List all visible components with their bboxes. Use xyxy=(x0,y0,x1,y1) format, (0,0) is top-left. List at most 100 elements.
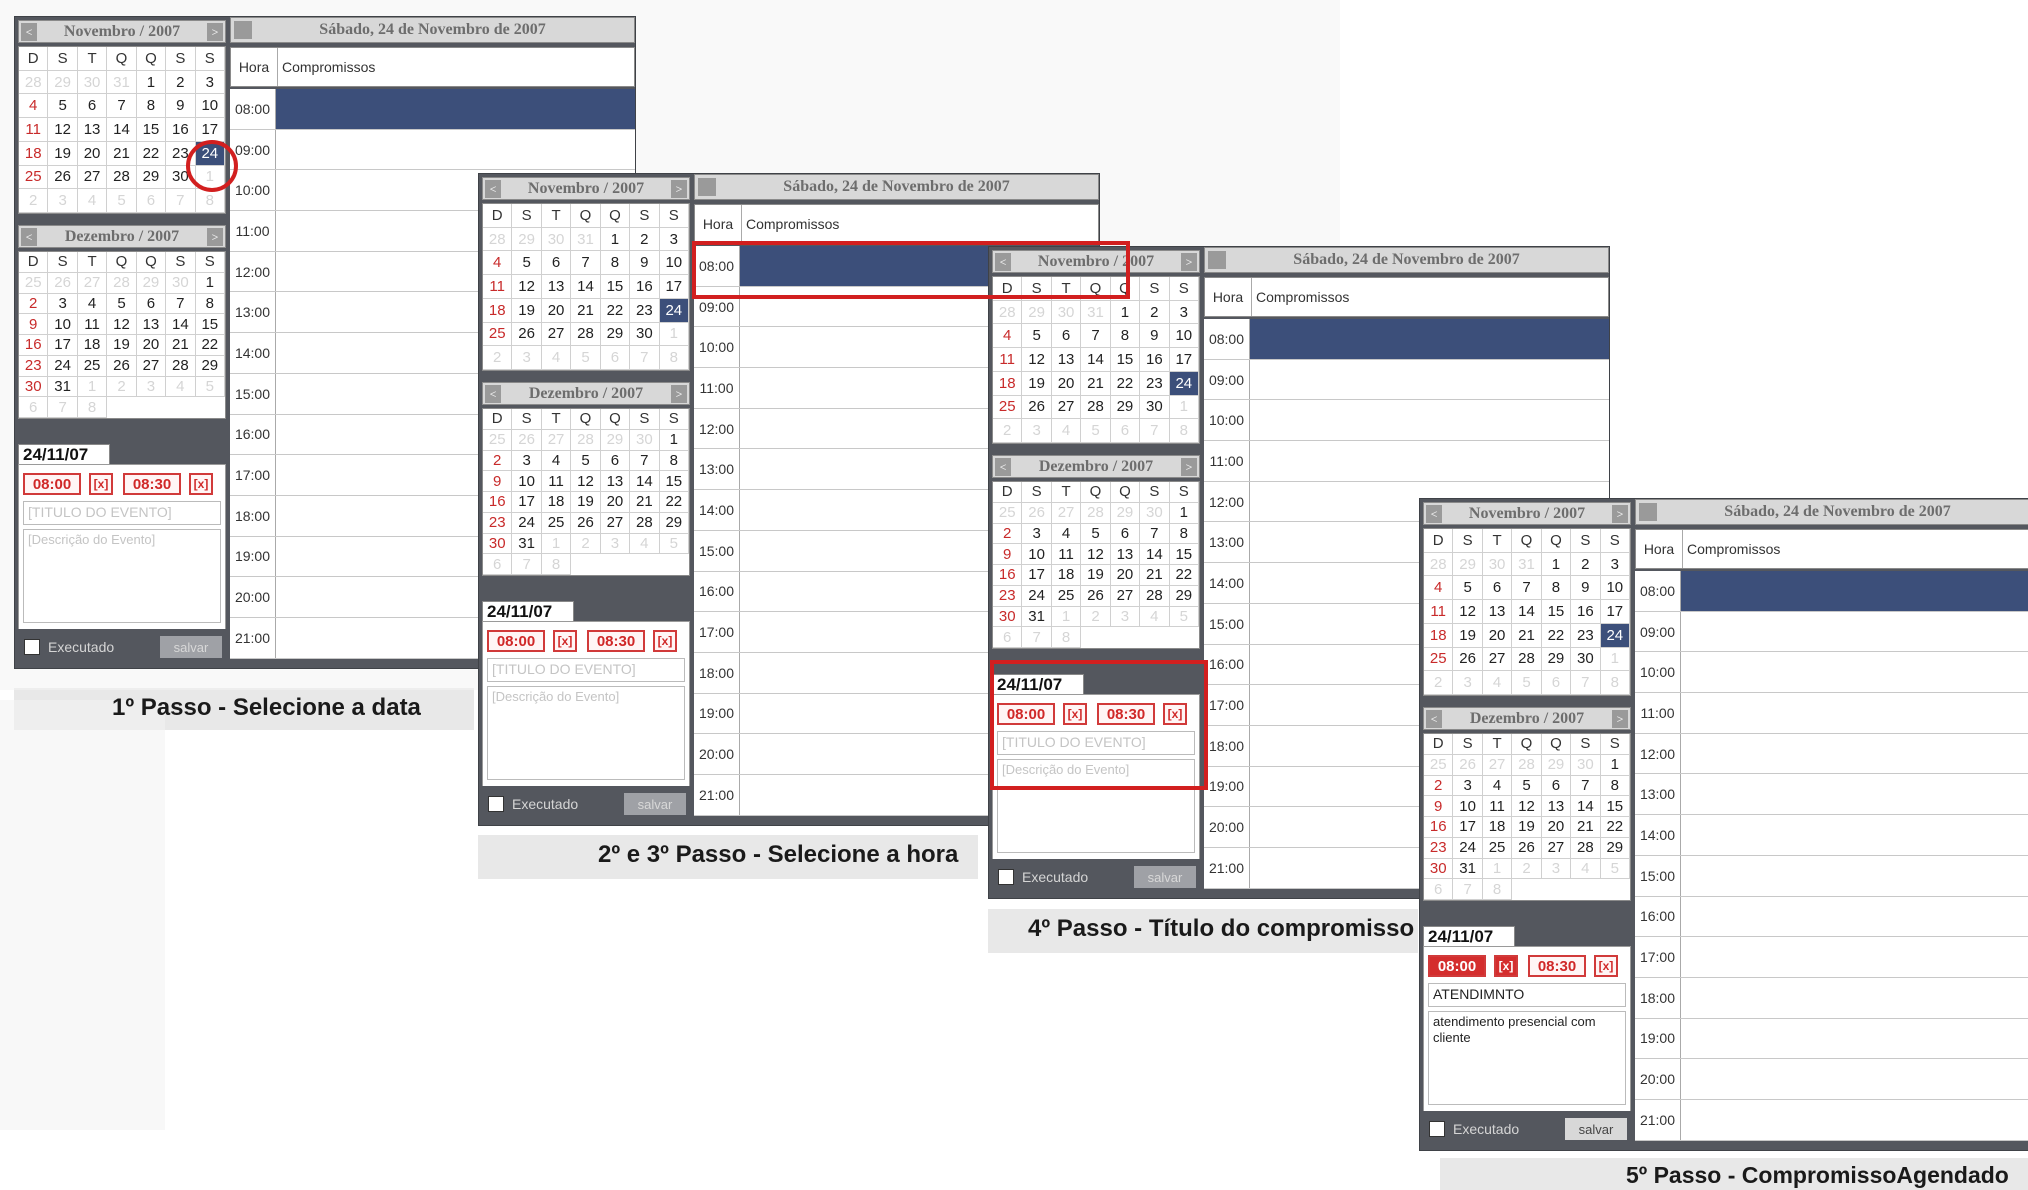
calendar-day[interactable]: 29 xyxy=(48,70,78,95)
time-slot-row[interactable]: 11:00 xyxy=(1635,693,2028,734)
calendar-day[interactable]: 15 xyxy=(1541,600,1572,624)
calendar-day[interactable]: 17 xyxy=(1453,817,1483,838)
calendar-day[interactable]: 28 xyxy=(166,355,196,377)
calendar-day[interactable]: 3 xyxy=(1600,552,1630,577)
calendar-day[interactable]: 2 xyxy=(1512,858,1542,880)
event-title-input[interactable]: [TITULO DO EVENTO] xyxy=(997,731,1195,755)
calendar-day[interactable]: 1 xyxy=(1482,858,1513,880)
calendar-day[interactable]: 30 xyxy=(166,165,196,190)
collapse-button[interactable] xyxy=(1639,503,1657,521)
appointment-slot[interactable] xyxy=(1681,571,2028,611)
calendar-day[interactable]: 3 xyxy=(1169,300,1199,325)
start-time-field[interactable]: 08:00 xyxy=(1428,955,1486,977)
calendar-day[interactable]: 25 xyxy=(1482,837,1513,859)
time-slot-row[interactable]: 17:00 xyxy=(1635,937,2028,978)
event-title-input[interactable]: ATENDIMNTO xyxy=(1428,983,1626,1007)
calendar-day[interactable]: 26 xyxy=(512,429,542,451)
calendar-day[interactable]: 19 xyxy=(571,492,601,513)
calendar-day[interactable]: 29 xyxy=(1600,837,1630,859)
calendar-day[interactable]: 27 xyxy=(1541,837,1572,859)
executed-checkbox[interactable] xyxy=(998,869,1014,885)
calendar-day[interactable]: 19 xyxy=(512,298,542,323)
calendar-day[interactable]: 3 xyxy=(136,376,167,398)
calendar-day[interactable]: 7 xyxy=(1022,627,1052,648)
calendar-day[interactable]: 3 xyxy=(600,533,631,555)
calendar-day[interactable]: 5 xyxy=(48,94,78,119)
calendar-day[interactable]: 7 xyxy=(1571,671,1601,695)
calendar-day[interactable]: 24 xyxy=(48,355,78,377)
time-slot-row[interactable]: 09:00 xyxy=(230,129,635,171)
calendar-day[interactable]: 4 xyxy=(993,324,1023,349)
appointment-slot[interactable] xyxy=(1681,612,2028,652)
calendar-day[interactable]: 7 xyxy=(630,346,660,370)
calendar-day[interactable]: 29 xyxy=(1541,754,1572,776)
calendar-day[interactable]: 6 xyxy=(541,251,572,276)
calendar-day[interactable]: 9 xyxy=(1424,796,1454,817)
time-slot-row[interactable]: 12:00 xyxy=(1635,733,2028,775)
calendar-day[interactable]: 26 xyxy=(571,512,601,534)
calendar-day[interactable]: 5 xyxy=(1453,576,1483,601)
time-slot-row[interactable]: 10:00 xyxy=(1204,400,1609,442)
calendar-day[interactable]: 1 xyxy=(1169,502,1199,524)
calendar-day[interactable]: 22 xyxy=(195,335,225,356)
calendar-day[interactable]: 8 xyxy=(1541,576,1572,601)
calendar-day[interactable]: 11 xyxy=(993,348,1023,372)
time-slot-row[interactable]: 13:00 xyxy=(1635,774,2028,816)
calendar-day[interactable]: 4 xyxy=(1571,858,1601,880)
calendar-day[interactable]: 8 xyxy=(1600,775,1630,797)
calendar-day[interactable]: 2 xyxy=(483,450,513,472)
calendar-day[interactable]: 10 xyxy=(1169,324,1199,349)
start-time-field[interactable]: 08:00 xyxy=(997,703,1055,725)
event-title-input[interactable]: [TITULO DO EVENTO] xyxy=(23,501,221,525)
calendar-day[interactable]: 1 xyxy=(195,165,225,190)
calendar-day[interactable]: 2 xyxy=(1424,671,1454,695)
calendar-day[interactable]: 1 xyxy=(1110,300,1141,325)
calendar-day[interactable]: 19 xyxy=(48,141,78,166)
prev-month-button[interactable]: < xyxy=(995,457,1011,476)
calendar-day[interactable]: 22 xyxy=(136,141,167,166)
prev-month-button[interactable]: < xyxy=(1426,504,1442,523)
calendar-day[interactable]: 3 xyxy=(48,293,78,315)
calendar-day[interactable]: 11 xyxy=(1424,600,1454,624)
calendar-day[interactable]: 14 xyxy=(166,314,196,335)
next-month-button[interactable]: > xyxy=(1612,504,1628,523)
end-time-field[interactable]: 08:30 xyxy=(1097,703,1155,725)
calendar-day[interactable]: 5 xyxy=(1512,775,1542,797)
calendar-day[interactable]: 28 xyxy=(630,512,660,534)
start-time-field[interactable]: 08:00 xyxy=(23,473,81,495)
calendar-day[interactable]: 8 xyxy=(1600,671,1630,695)
calendar-day[interactable]: 27 xyxy=(1051,395,1082,420)
collapse-button[interactable] xyxy=(1208,251,1226,269)
calendar-day[interactable]: 14 xyxy=(1140,544,1170,565)
calendar-day[interactable]: 1 xyxy=(1600,647,1630,672)
time-slot-row[interactable]: 19:00 xyxy=(1635,1018,2028,1060)
calendar-day[interactable]: 17 xyxy=(659,275,689,299)
calendar-day[interactable]: 11 xyxy=(1482,796,1513,817)
calendar-day[interactable]: 23 xyxy=(1424,837,1454,859)
calendar-day[interactable]: 6 xyxy=(77,94,108,119)
next-month-button[interactable]: > xyxy=(671,384,687,403)
end-time-field[interactable]: 08:30 xyxy=(123,473,181,495)
calendar-day[interactable]: 8 xyxy=(659,450,689,472)
calendar-day[interactable]: 12 xyxy=(1022,348,1052,372)
calendar-day[interactable]: 31 xyxy=(1081,300,1111,325)
calendar-day[interactable]: 10 xyxy=(48,314,78,335)
calendar-day[interactable]: 13 xyxy=(1051,348,1082,372)
calendar-day[interactable]: 18 xyxy=(541,492,572,513)
calendar-day[interactable]: 5 xyxy=(571,450,601,472)
calendar-day[interactable]: 4 xyxy=(77,189,108,213)
calendar-day[interactable]: 20 xyxy=(77,141,108,166)
calendar-day[interactable]: 18 xyxy=(993,371,1023,396)
calendar-day[interactable]: 24 xyxy=(659,298,689,323)
calendar-day[interactable]: 28 xyxy=(483,227,513,252)
calendar-day[interactable]: 9 xyxy=(993,544,1023,565)
calendar-day[interactable]: 10 xyxy=(1022,544,1052,565)
calendar-day[interactable]: 28 xyxy=(1081,395,1111,420)
calendar-day[interactable]: 12 xyxy=(107,314,137,335)
event-description-input[interactable]: [Descrição do Evento] xyxy=(487,686,685,780)
calendar-day[interactable]: 15 xyxy=(1169,544,1199,565)
calendar-day[interactable]: 14 xyxy=(107,118,137,142)
calendar-day[interactable]: 2 xyxy=(630,227,660,252)
prev-month-button[interactable]: < xyxy=(995,252,1011,271)
calendar-day[interactable]: 25 xyxy=(19,165,49,190)
